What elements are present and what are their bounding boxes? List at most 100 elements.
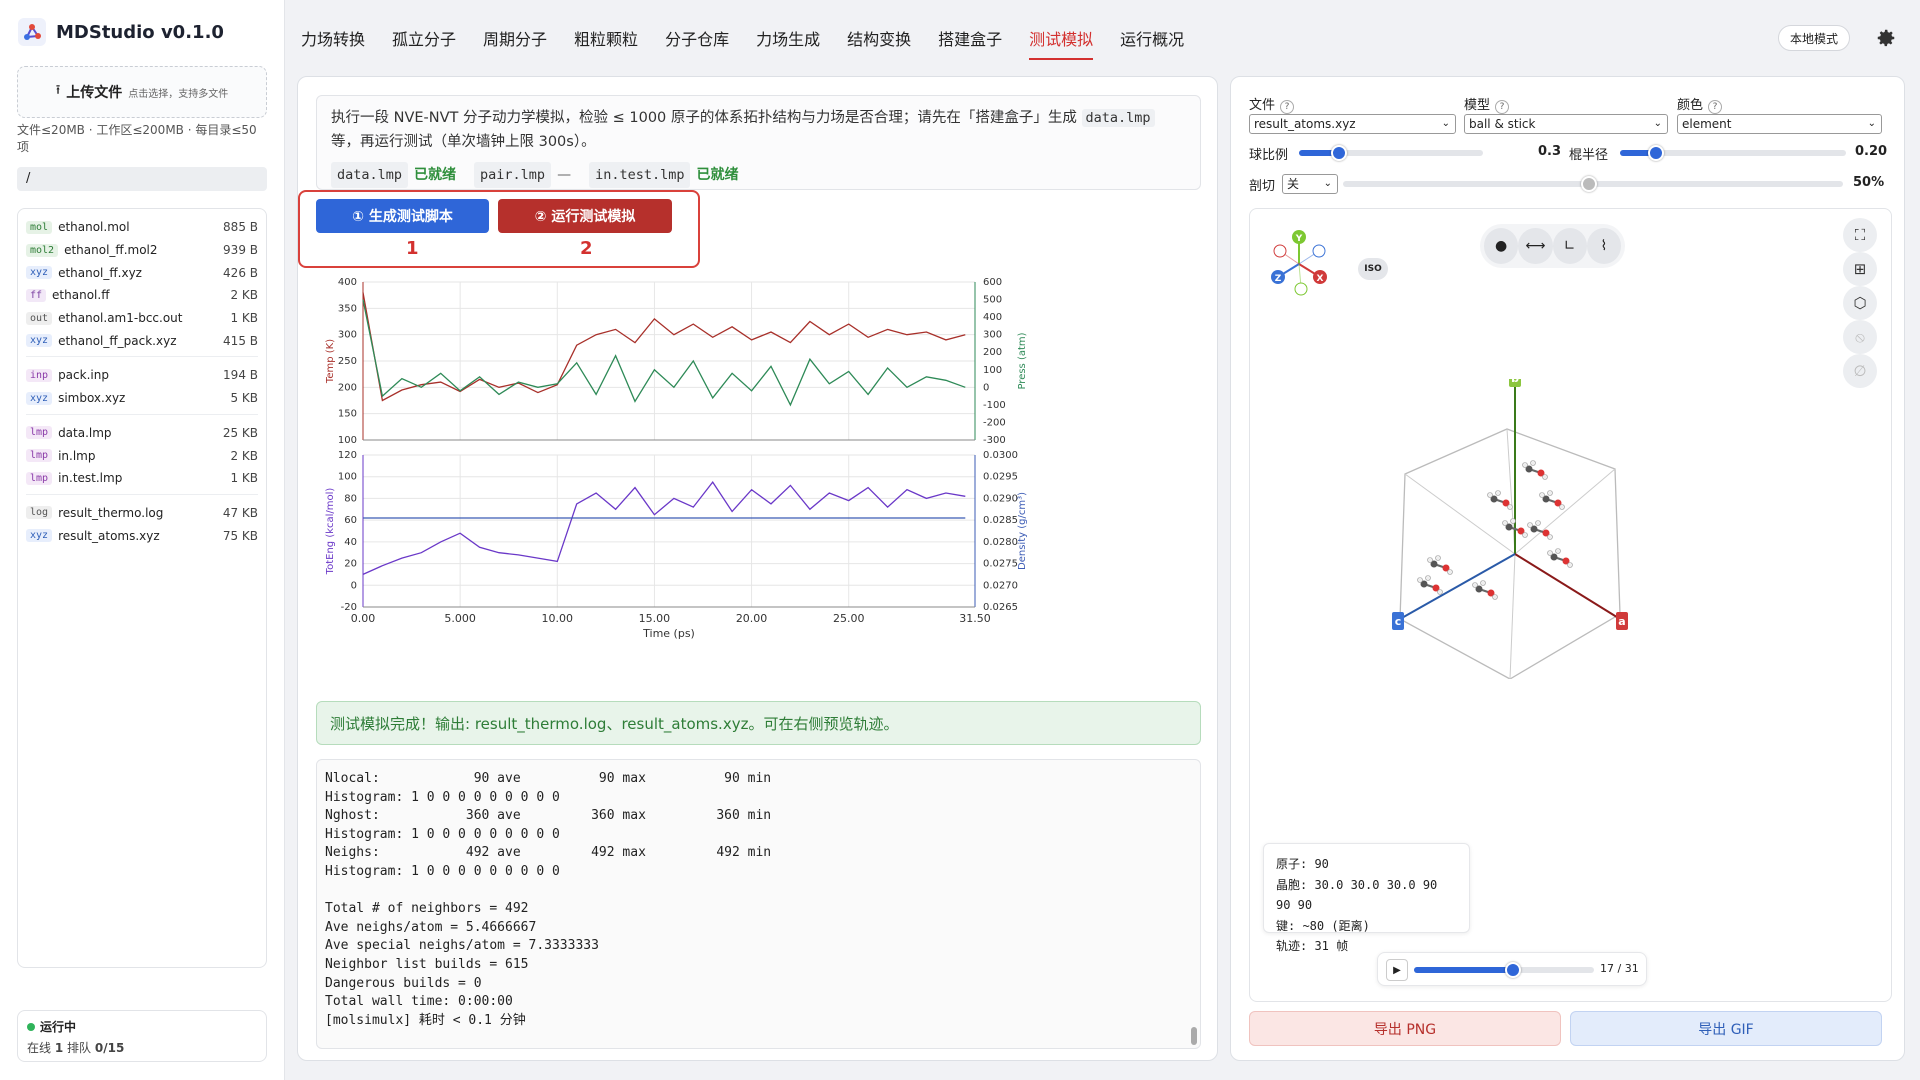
frame-slider[interactable] (1414, 962, 1594, 978)
y-axis-label: TotEng (kcal/mol) (325, 488, 336, 576)
tab-1[interactable]: 孤立分子 (392, 26, 456, 60)
cube-icon[interactable]: ⬡ (1843, 286, 1877, 320)
frame-counter: 17 / 31 (1600, 962, 1639, 975)
file-select[interactable]: result_atoms.xyz ⌄ (1249, 114, 1456, 134)
file-row[interactable]: out ethanol.am1-bcc.out 1 KB (26, 307, 258, 330)
hydrogen-atom (1425, 575, 1431, 581)
file-chip: pair.lmp (474, 162, 552, 188)
bond-mode-icon[interactable]: ⟷ (1518, 228, 1553, 264)
file-size: 75 KB (222, 528, 258, 543)
viewer-panel: 文件? result_atoms.xyz ⌄ 模型? ball & stick ⌄ … (1230, 76, 1905, 1061)
tab-2[interactable]: 周期分子 (483, 26, 547, 60)
file-row[interactable]: lmp in.test.lmp 1 KB (26, 467, 258, 490)
file-name: in.lmp (58, 448, 96, 463)
tab-9[interactable]: 运行概况 (1120, 26, 1184, 60)
file-type-badge: ff (26, 288, 47, 302)
export-gif-button[interactable]: 导出 GIF (1570, 1011, 1882, 1046)
log-line: Histogram: 1 0 0 0 0 0 0 0 0 0 (325, 789, 560, 805)
hydrogen-atom (1555, 548, 1561, 554)
cut-slider[interactable] (1343, 176, 1843, 192)
iso-view-button[interactable]: ISO (1358, 258, 1388, 280)
file-row[interactable]: xyz simbox.xyz 5 KB (26, 387, 258, 410)
play-icon[interactable]: ▶ (1386, 959, 1408, 981)
svg-text:Y: Y (1295, 234, 1303, 244)
perspective-icon[interactable]: ⛶ (1843, 218, 1877, 252)
file-row[interactable]: lmp in.lmp 2 KB (26, 444, 258, 467)
atom-mode-icon[interactable]: ● (1484, 228, 1519, 264)
local-mode-button[interactable]: 本地模式 (1778, 25, 1850, 51)
gear-icon[interactable] (1875, 27, 1897, 49)
file-row[interactable]: mol ethanol.mol 885 B (26, 216, 258, 239)
color-select[interactable]: element ⌄ (1677, 114, 1882, 134)
top-nav: 力场转换 孤立分子 周期分子 粗粒颗粒 分子仓库 力场生成 结构变换 搭建盒子 测试模拟 运行概况… (285, 0, 1920, 75)
supercell-icon[interactable]: ⊞ (1843, 252, 1877, 286)
y-tick-label: 350 (338, 303, 357, 314)
log-line: Nghost: 360 ave 360 max 360 min (325, 808, 772, 824)
tab-7[interactable]: 搭建盒子 (938, 26, 1002, 60)
generate-script-button[interactable]: ① 生成测试脚本 (316, 199, 489, 233)
export-png-button[interactable]: 导出 PNG (1249, 1011, 1561, 1046)
file-size: 2 KB (230, 288, 258, 303)
tab-5[interactable]: 力场生成 (756, 26, 820, 60)
stick-radius-slider[interactable] (1620, 145, 1846, 161)
svg-text:Z: Z (1275, 274, 1282, 284)
tab-6[interactable]: 结构变换 (847, 26, 911, 60)
axes-gizmo[interactable]: Y X Z (1264, 229, 1334, 299)
run-simulation-button[interactable]: ② 运行测试模拟 (498, 199, 672, 233)
y-tick-label: 250 (338, 356, 357, 367)
y-tick-label: 60 (344, 515, 357, 526)
cut-select[interactable]: 关 ⌄ (1282, 174, 1338, 194)
hydrogen-atom (1539, 492, 1545, 498)
ball-scale-value: 0.3 (1538, 144, 1562, 159)
3d-viewer[interactable]: Y X Z ISO ● ⟷ ∟ ⌇ ⛶ ⊞ ⬡ ⦸ ∅ b a c 原子: 90 晶… (1249, 208, 1892, 1002)
file-row[interactable]: log result_thermo.log 47 KB (26, 502, 258, 525)
upload-dropzone[interactable]: ⭱ 上传文件 点击选择，支持多文件 (17, 66, 267, 118)
log-scrollbar[interactable] (1191, 1027, 1197, 1045)
hide-labels-icon[interactable]: ∅ (1843, 354, 1877, 388)
file-type-badge: mol (26, 220, 53, 234)
success-message: 测试模拟完成！输出: result_thermo.log、result_atom… (316, 701, 1201, 745)
file-group: lmp data.lmp 25 KB lmp in.lmp 2 KB lmp in.test.… (26, 420, 258, 495)
log-output[interactable]: Nlocal: 90 ave 90 max 90 min Histogram: 1… (316, 759, 1201, 1049)
model-select[interactable]: ball & stick ⌄ (1464, 114, 1668, 134)
file-name: pack.inp (58, 368, 109, 383)
desc-text-2: 等，再运行测试（单次墙钟上限 300s）。 (331, 134, 596, 150)
chevron-down-icon: ⌄ (1653, 118, 1662, 129)
file-name: in.test.lmp (58, 471, 123, 486)
molecule-scene[interactable]: b a c (1380, 379, 1740, 679)
log-line: Ave special neighs/atom = 7.3333333 (325, 938, 599, 954)
file-row[interactable]: xyz result_atoms.xyz 75 KB (26, 524, 258, 547)
tab-3[interactable]: 粗粒颗粒 (574, 26, 638, 60)
y-tick-label: 0 (351, 580, 357, 591)
tab-8[interactable]: 测试模拟 (1029, 26, 1094, 60)
tab-4[interactable]: 分子仓库 (665, 26, 729, 60)
dihedral-mode-icon[interactable]: ⌇ (1586, 228, 1621, 264)
file-row[interactable]: lmp data.lmp 25 KB (26, 422, 258, 445)
angle-mode-icon[interactable]: ∟ (1552, 228, 1587, 264)
series-line-1-0 (362, 480, 966, 575)
log-line: Total # of neighbors = 492 (325, 901, 529, 917)
ball-scale-slider[interactable] (1299, 145, 1483, 161)
tab-0[interactable]: 力场转换 (301, 26, 365, 60)
file-type-badge: xyz (26, 529, 53, 543)
help-icon[interactable]: ? (1280, 100, 1295, 114)
c-axis (1399, 553, 1516, 620)
path-breadcrumb[interactable]: / (17, 167, 267, 191)
help-icon[interactable]: ? (1495, 100, 1510, 114)
y-axis-label: Temp (K) (325, 339, 336, 384)
file-row[interactable]: mol2 ethanol_ff.mol2 939 B (26, 239, 258, 262)
file-row[interactable]: xyz ethanol_ff.xyz 426 B (26, 261, 258, 284)
hide-hydrogen-icon[interactable]: ⦸ (1843, 320, 1877, 354)
x-tick-label: 5.000 (444, 612, 476, 625)
file-name: ethanol_ff_pack.xyz (58, 333, 177, 348)
file-row[interactable]: inp pack.inp 194 B (26, 364, 258, 387)
file-row[interactable]: ff ethanol.ff 2 KB (26, 284, 258, 307)
upload-icon: ⭱ (55, 83, 61, 98)
help-icon[interactable]: ? (1708, 100, 1723, 114)
chevron-down-icon: ⌄ (1441, 118, 1450, 129)
y2-tick-label: 300 (983, 330, 1002, 341)
log-line: [molsimulx] 耗时 < 0.1 分钟 (325, 1012, 526, 1028)
file-row[interactable]: xyz ethanol_ff_pack.xyz 415 B (26, 329, 258, 352)
hydrogen-atom (1522, 462, 1528, 468)
file-chip: in.test.lmp (589, 162, 691, 188)
